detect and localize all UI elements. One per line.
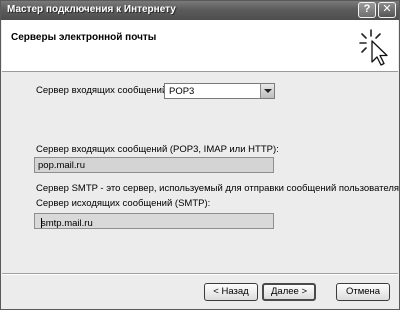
wizard-footer: < Назад Далее > Отмена [2,275,398,308]
help-button[interactable]: ? [358,2,376,18]
outgoing-server-input[interactable]: smtp.mail.ru [34,213,274,229]
smtp-note: Сервер SMTP - это сервер, используемый д… [36,183,400,194]
window-title: Мастер подключения к Интернету [7,4,176,15]
incoming-type-value: POP3 [169,86,195,97]
incoming-server-value: pop.mail.ru [38,160,85,171]
title-bar[interactable]: Мастер подключения к Интернету ? ✕ [1,1,399,20]
cursor-click-icon [354,24,396,68]
close-button[interactable]: ✕ [378,2,396,18]
wizard-window: Мастер подключения к Интернету ? ✕ Серве… [0,0,400,310]
outgoing-server-label: Сервер исходящих сообщений (SMTP): [36,198,211,209]
incoming-server-label: Сервер входящих сообщений (POP3, IMAP ил… [36,144,279,155]
incoming-type-select[interactable]: POP3 [164,83,275,99]
outgoing-server-text: smtp.mail.ru [41,218,93,229]
text-caret [41,218,42,228]
incoming-type-label: Сервер входящих сообщений: [36,85,170,96]
page-title: Серверы электронной почты [11,32,157,43]
wizard-content: Сервер входящих сообщений: POP3 Сервер в… [2,72,400,272]
cancel-button[interactable]: Отмена [336,283,390,301]
incoming-server-input[interactable]: pop.mail.ru [34,157,274,173]
back-button[interactable]: < Назад [204,283,258,301]
wizard-header: Серверы электронной почты [2,20,398,72]
chevron-down-icon[interactable] [260,84,274,98]
next-button[interactable]: Далее > [262,283,316,301]
back-label: Назад [221,286,249,297]
